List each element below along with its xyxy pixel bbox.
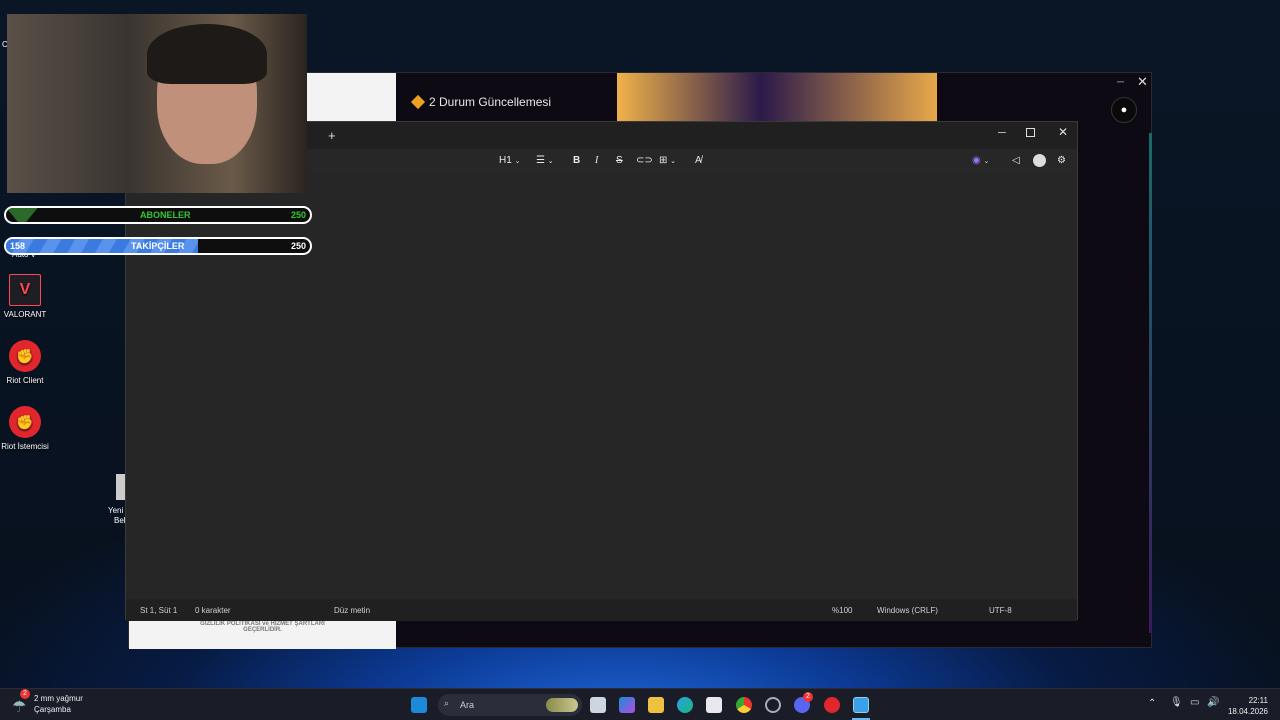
- cursor-position: St 1, Süt 1: [140, 606, 178, 615]
- chevron-down-icon: ⌄: [547, 158, 554, 165]
- desktop-icon-label: Riot İstemcisi: [1, 442, 49, 451]
- chevron-down-icon: ⌄: [670, 158, 677, 165]
- bold-button[interactable]: B: [573, 155, 580, 166]
- desktop-icon-riot-client[interactable]: ✊ Riot Client: [0, 340, 55, 385]
- gta-logo-icon: [6, 208, 40, 222]
- volume-icon[interactable]: 🔊: [1207, 697, 1219, 708]
- encoding[interactable]: UTF-8: [989, 606, 1012, 615]
- line-ending[interactable]: Windows (CRLF): [877, 606, 938, 615]
- account-avatar[interactable]: [1033, 154, 1046, 167]
- italic-button[interactable]: I: [595, 155, 598, 166]
- microsoft-365-icon[interactable]: [619, 697, 635, 713]
- desktop-label-partial: Bel: [114, 516, 126, 525]
- clock-date: 18.04.2026: [1227, 707, 1268, 716]
- discord-icon[interactable]: 2: [794, 692, 813, 713]
- search-icon: ⌕: [444, 698, 450, 708]
- desktop-icon-label: Riot Client: [6, 376, 44, 385]
- rain-cloud-icon: ☂ 2: [12, 689, 30, 716]
- minimize-button[interactable]: ─: [1117, 77, 1124, 88]
- profile-icon[interactable]: ●: [1111, 97, 1137, 123]
- link-icon[interactable]: ⊂⊃: [636, 155, 653, 166]
- notepad-icon[interactable]: [853, 697, 869, 713]
- maximize-button[interactable]: [1026, 128, 1035, 137]
- status-update-notice[interactable]: 2 Durum Güncellemesi: [410, 94, 552, 110]
- desktop-label-partial: Yeni: [108, 506, 124, 515]
- search-box[interactable]: ⌕ Ara: [438, 694, 582, 716]
- desktop-icon-label: VALORANT: [3, 310, 47, 319]
- subs-goal: 250: [290, 210, 306, 220]
- followers-current: 158: [10, 241, 26, 251]
- clock-time: 22:11: [1248, 696, 1268, 705]
- text-format[interactable]: Düz metin: [334, 606, 370, 615]
- clear-format-icon[interactable]: A̸: [695, 155, 702, 166]
- close-button[interactable]: ✕: [1058, 125, 1068, 139]
- followers-label: TAKİPÇİLER: [131, 241, 185, 251]
- search-highlight-image: [546, 698, 578, 712]
- store-icon[interactable]: [706, 697, 722, 713]
- notice-text: 2 Durum Güncellemesi: [429, 95, 552, 109]
- task-view-icon[interactable]: [590, 697, 606, 713]
- banner-art: [617, 73, 937, 121]
- gear-icon[interactable]: ⚙: [1057, 155, 1066, 166]
- start-button[interactable]: [411, 697, 427, 713]
- desktop-icon-riot-istemcisi[interactable]: ✊ Riot İstemcisi: [0, 406, 55, 451]
- notepad-window[interactable]: + ─ ✕ H1 ⌄ ☰ ⌄ B I S ⊂⊃ ⊞ ⌄ A̸ ◉ ⌄ ◁ ⚙ S…: [125, 121, 1078, 621]
- edge-glow: [1149, 133, 1152, 633]
- zoom-level[interactable]: %100: [832, 606, 852, 615]
- discord-badge: 2: [803, 692, 813, 702]
- character-count: 0 karakter: [195, 606, 231, 615]
- weather-widget[interactable]: ☂ 2 2 mm yağmur Çarşamba: [12, 689, 83, 716]
- weather-day: Çarşamba: [34, 705, 71, 714]
- weather-temp: 2 mm yağmur: [34, 694, 83, 703]
- chevron-up-icon[interactable]: ⌃: [1148, 698, 1156, 709]
- headset-icon: [147, 24, 267, 84]
- minimize-button[interactable]: ─: [998, 127, 1006, 139]
- heading-button[interactable]: H1 ⌄: [499, 155, 520, 166]
- webcam-overlay: [7, 14, 307, 193]
- taskbar: ☂ 2 2 mm yağmur Çarşamba ⌕ Ara 2 ⌃ 🎙 ▭ 🔊…: [0, 688, 1280, 720]
- table-button[interactable]: ⊞ ⌄: [659, 155, 676, 166]
- chrome-icon[interactable]: [736, 697, 752, 713]
- new-tab-button[interactable]: +: [328, 128, 336, 143]
- riot-fist-icon: ✊: [9, 406, 41, 438]
- chevron-down-icon: ⌄: [514, 158, 521, 165]
- edge-icon[interactable]: [677, 697, 693, 713]
- valorant-icon: V: [9, 274, 41, 306]
- list-button[interactable]: ☰ ⌄: [536, 155, 554, 166]
- clock[interactable]: 22:11 18.04.2026: [1224, 695, 1268, 717]
- copilot-icon[interactable]: ◉ ⌄: [972, 155, 989, 166]
- followers-goal: 250: [290, 241, 306, 251]
- riot-fist-icon: ✊: [9, 340, 41, 372]
- desktop-icon-valorant[interactable]: V VALORANT: [0, 274, 55, 319]
- riot-client-icon[interactable]: [824, 697, 840, 713]
- status-bar: St 1, Süt 1 0 karakter Düz metin %100 Wi…: [126, 599, 1077, 621]
- follower-goal-bar: 158 TAKİPÇİLER 250: [4, 237, 312, 255]
- legal-text: GİZLİLİK POLİTİKASI ve HİZMET ŞARTLARI G…: [200, 621, 325, 633]
- announcement-icon[interactable]: ◁: [1012, 155, 1020, 166]
- chevron-down-icon: ⌄: [983, 158, 990, 165]
- file-explorer-icon[interactable]: [648, 697, 664, 713]
- subscriber-goal-bar: ABONELER 250: [4, 206, 312, 224]
- weather-badge: 2: [20, 689, 30, 699]
- network-icon[interactable]: ▭: [1190, 697, 1199, 708]
- close-button[interactable]: ✕: [1137, 74, 1148, 90]
- search-placeholder: Ara: [460, 700, 475, 710]
- steam-icon[interactable]: [765, 697, 781, 713]
- warning-icon: [410, 94, 426, 110]
- subs-label: ABONELER: [140, 210, 191, 220]
- microphone-icon[interactable]: 🎙: [1170, 697, 1183, 708]
- strikethrough-button[interactable]: S: [616, 155, 623, 166]
